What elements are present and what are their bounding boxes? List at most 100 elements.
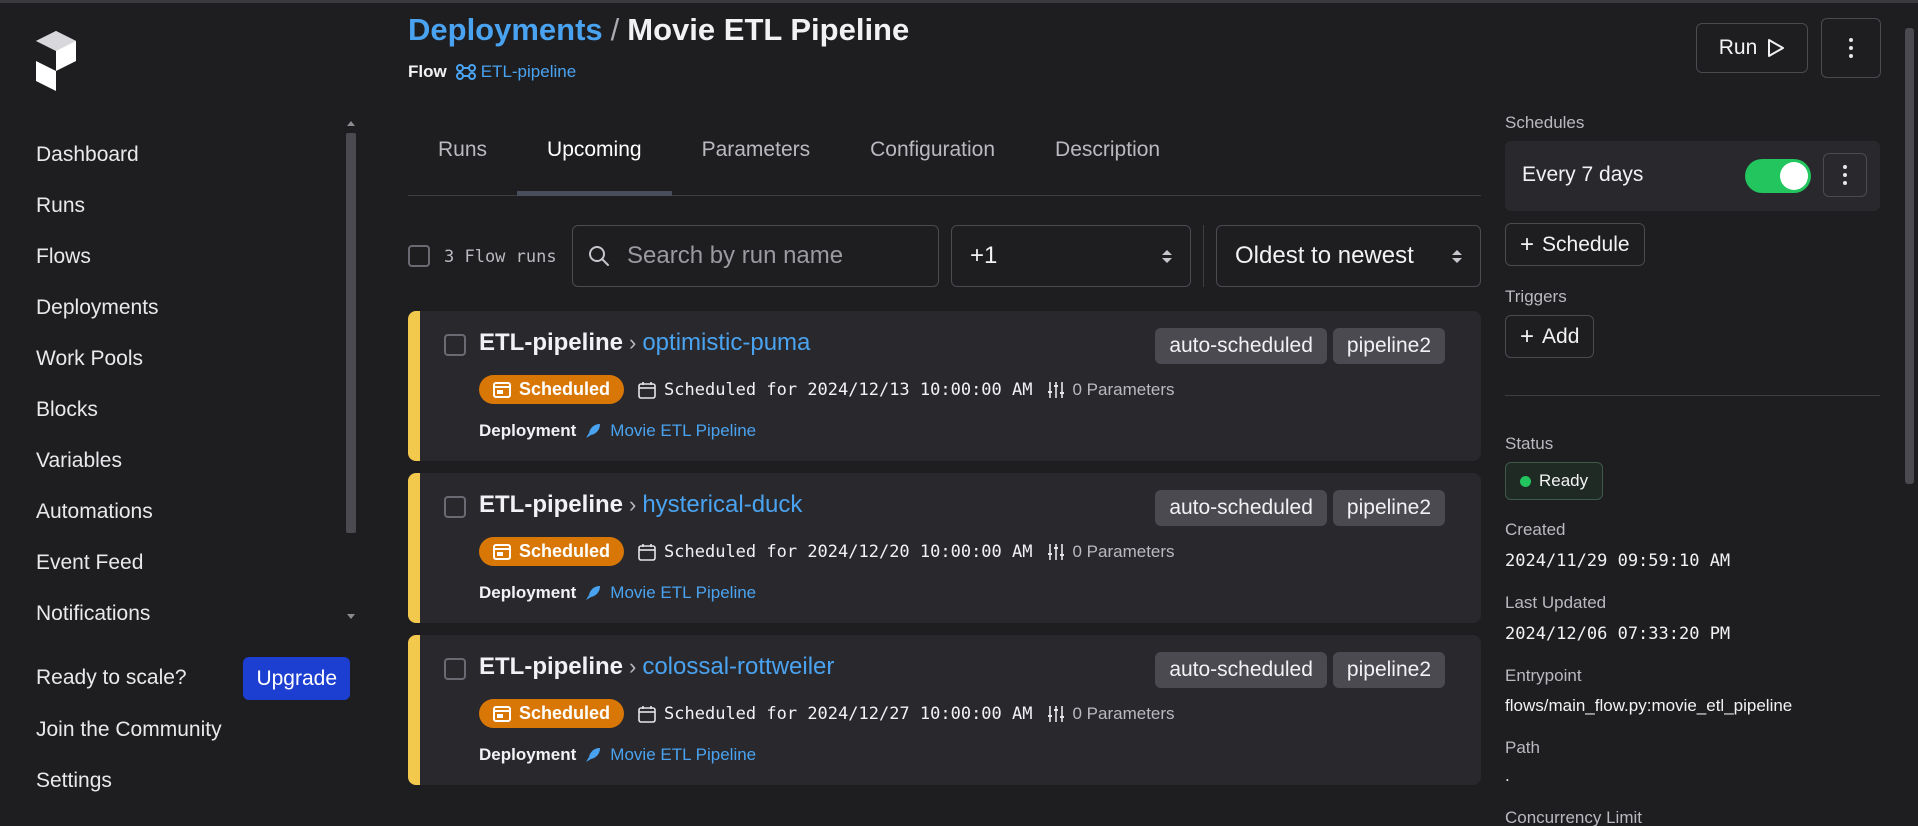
sidebar-item-work-pools[interactable]: Work Pools — [36, 338, 356, 389]
kebab-menu-icon — [1843, 165, 1847, 185]
schedule-more-button[interactable] — [1823, 153, 1867, 197]
tab-configuration[interactable]: Configuration — [840, 120, 1025, 195]
tag: pipeline2 — [1332, 328, 1445, 364]
select-all-checkbox[interactable] — [408, 245, 430, 267]
play-icon — [1767, 38, 1785, 58]
schedule-text: Every 7 days — [1522, 163, 1644, 186]
flow-run-card[interactable]: ETL-pipeline › hysterical-duck auto-sche… — [408, 473, 1481, 623]
run-checkbox[interactable] — [444, 334, 466, 356]
add-schedule-button[interactable]: + Schedule — [1505, 223, 1645, 266]
status-dot-icon — [1520, 475, 1531, 487]
toggle-knob — [1780, 162, 1808, 190]
path-heading: Path — [1505, 738, 1540, 757]
join-community-link[interactable]: Join the Community — [36, 718, 222, 742]
plus-icon: + — [1520, 230, 1535, 258]
sidebar-item-flows[interactable]: Flows — [36, 236, 356, 287]
triggers-heading: Triggers — [1505, 287, 1567, 306]
created-value: 2024/11/29 09:59:10 AM — [1505, 551, 1731, 571]
run-flow-link[interactable]: ETL-pipeline — [479, 491, 623, 519]
add-trigger-label: Add — [1542, 324, 1580, 348]
tab-runs[interactable]: Runs — [408, 120, 517, 195]
tab-upcoming[interactable]: Upcoming — [517, 120, 672, 196]
sidebar-item-event-feed[interactable]: Event Feed — [36, 542, 356, 593]
sidebar-item-automations[interactable]: Automations — [36, 491, 356, 542]
state-filter-select[interactable]: +1 — [951, 225, 1191, 287]
run-name-link[interactable]: colossal-rottweiler — [642, 653, 834, 681]
deployment-label: Deployment — [479, 583, 577, 602]
add-trigger-button[interactable]: + Add — [1505, 315, 1595, 358]
parameters-count[interactable]: 0 Parameters — [1073, 380, 1175, 400]
breadcrumb-separator: / — [610, 12, 620, 47]
sidebar-item-deployments[interactable]: Deployments — [36, 287, 356, 338]
rocket-icon — [584, 584, 602, 602]
upgrade-button[interactable]: Upgrade — [243, 656, 350, 700]
scroll-up-icon[interactable] — [347, 121, 355, 126]
flow-link[interactable]: ETL-pipeline — [481, 62, 576, 82]
calendar-icon — [638, 543, 656, 561]
sidebar-item-variables[interactable]: Variables — [36, 440, 356, 491]
flow-icon — [455, 63, 477, 81]
breadcrumb-deployments-link[interactable]: Deployments — [408, 12, 603, 47]
rocket-icon — [584, 422, 602, 440]
state-badge: Scheduled — [479, 537, 625, 566]
run-button-label: Run — [1718, 36, 1758, 59]
scheduled-time: Scheduled for 2024/12/20 10:00:00 AM — [664, 541, 1033, 562]
run-flow-link[interactable]: ETL-pipeline — [479, 653, 623, 681]
run-name-link[interactable]: optimistic-puma — [642, 329, 810, 357]
calendar-clock-icon — [493, 705, 511, 722]
search-box[interactable] — [572, 225, 939, 287]
parameters-count[interactable]: 0 Parameters — [1073, 542, 1175, 562]
rocket-icon — [584, 746, 602, 764]
prefect-logo-icon[interactable] — [36, 31, 76, 91]
sidebar-scrollbar-thumb[interactable] — [346, 133, 356, 533]
state-label: Scheduled — [519, 379, 611, 399]
search-input[interactable] — [627, 242, 927, 270]
more-options-button[interactable] — [1821, 18, 1881, 78]
sidebar-item-blocks[interactable]: Blocks — [36, 389, 356, 440]
chevron-right-icon: › — [629, 330, 637, 355]
schedule-toggle[interactable] — [1745, 159, 1811, 193]
chevron-right-icon: › — [629, 654, 637, 679]
sort-select[interactable]: Oldest to newest — [1216, 225, 1481, 287]
kebab-menu-icon — [1849, 38, 1853, 58]
calendar-icon — [638, 705, 656, 723]
tab-parameters[interactable]: Parameters — [672, 120, 841, 195]
tab-description[interactable]: Description — [1025, 120, 1190, 195]
entrypoint-value: flows/main_flow.py:movie_etl_pipeline — [1505, 696, 1793, 715]
flow-run-card[interactable]: ETL-pipeline › optimistic-puma auto-sche… — [408, 311, 1481, 461]
sort-value: Oldest to newest — [1235, 242, 1414, 269]
sidebar-item-notifications[interactable]: Notifications — [36, 593, 356, 621]
add-schedule-label: Schedule — [1542, 232, 1630, 256]
deployment-link[interactable]: Movie ETL Pipeline — [610, 745, 756, 765]
state-badge: Scheduled — [479, 375, 625, 404]
sidebar-nav: Dashboard Runs Flows Deployments Work Po… — [36, 134, 356, 621]
flow-runs-count: 3 Flow runs — [444, 247, 557, 267]
state-label: Scheduled — [519, 541, 611, 561]
run-name-link[interactable]: hysterical-duck — [642, 491, 802, 519]
chevron-updown-icon — [1162, 249, 1172, 263]
sidebar-scrollbar[interactable] — [345, 121, 359, 619]
scroll-down-icon[interactable] — [347, 614, 355, 619]
parameters-count[interactable]: 0 Parameters — [1073, 704, 1175, 724]
deployment-link[interactable]: Movie ETL Pipeline — [610, 421, 756, 441]
plus-icon: + — [1520, 322, 1535, 350]
settings-link[interactable]: Settings — [36, 769, 112, 793]
tab-bar: Runs Upcoming Parameters Configuration D… — [408, 120, 1481, 196]
sidebar-item-dashboard[interactable]: Dashboard — [36, 134, 356, 185]
run-checkbox[interactable] — [444, 658, 466, 680]
calendar-icon — [638, 381, 656, 399]
tag: pipeline2 — [1332, 490, 1445, 526]
run-checkbox[interactable] — [444, 496, 466, 518]
status-badge: Ready — [1505, 462, 1604, 500]
main-scrollbar-thumb[interactable] — [1905, 28, 1914, 484]
concurrency-limit-heading: Concurrency Limit — [1505, 808, 1642, 826]
run-flow-link[interactable]: ETL-pipeline — [479, 329, 623, 357]
deployment-link[interactable]: Movie ETL Pipeline — [610, 583, 756, 603]
sidebar-item-runs[interactable]: Runs — [36, 185, 356, 236]
run-tags: auto-scheduled pipeline2 — [1155, 328, 1445, 364]
run-button[interactable]: Run — [1696, 23, 1808, 73]
tag: pipeline2 — [1332, 652, 1445, 688]
flow-run-card[interactable]: ETL-pipeline › colossal-rottweiler auto-… — [408, 635, 1481, 785]
last-updated-heading: Last Updated — [1505, 593, 1607, 612]
state-filter-value: +1 — [970, 242, 998, 269]
